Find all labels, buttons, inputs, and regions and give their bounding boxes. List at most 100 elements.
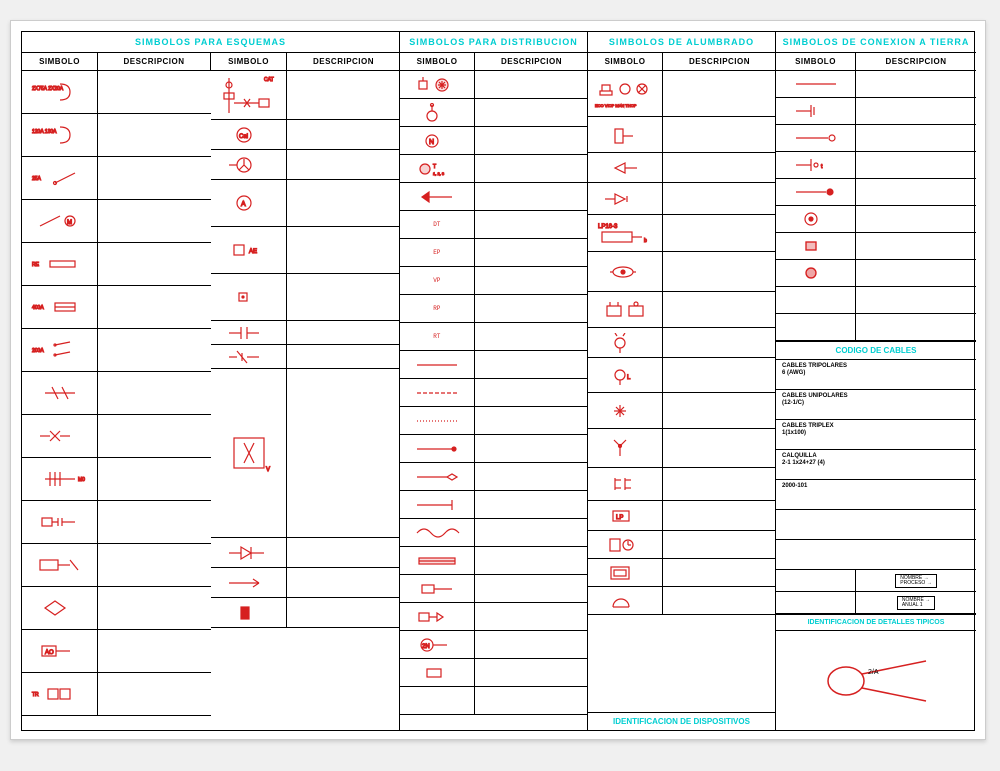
- alumbrado-rows: ECO VIOP MAN THOP LP16-3b L LP: [588, 71, 775, 712]
- svg-text:N: N: [429, 139, 434, 146]
- svg-text:ECO VIOP MAN THOP: ECO VIOP MAN THOP: [595, 103, 637, 108]
- antenna-icon: [588, 429, 662, 467]
- table-row: LP: [588, 501, 775, 531]
- svg-text:1, 2, 3: 1, 2, 3: [433, 171, 445, 176]
- symbol-cell: ECO VIOP MAN THOP: [588, 71, 663, 116]
- table-row: [588, 153, 775, 183]
- table-row: [400, 547, 587, 575]
- symbol-cell: [400, 463, 475, 490]
- description-cell: [663, 215, 775, 251]
- symbol-cell: [211, 345, 287, 368]
- symbol-cell: [400, 379, 475, 406]
- y-circle-icon: [211, 150, 286, 179]
- description-cell: [856, 314, 976, 340]
- symbol-cell: [22, 415, 98, 457]
- description-cell: [856, 179, 976, 205]
- symbol-cell: 120A 130A: [22, 114, 98, 156]
- svg-text:LP: LP: [616, 515, 623, 521]
- table-row: [776, 98, 976, 125]
- symbol-cell: [588, 328, 663, 357]
- codigo-rows: CABLES TRIPOLARES 6 (AWG)CABLES UNIPOLAR…: [776, 360, 976, 570]
- distrib-rows: NT1, 2, 3DTEPVPRPRT2N: [400, 71, 587, 730]
- wave-icon: [400, 519, 474, 546]
- hdr-desc: DESCRIPCION: [663, 53, 776, 70]
- symbol-cell: [776, 98, 856, 124]
- description-cell: [287, 71, 400, 119]
- table-row: [211, 345, 400, 369]
- description-cell: [98, 329, 211, 371]
- symbol-cell: 400A: [22, 286, 98, 328]
- description-cell: [856, 98, 976, 124]
- description-cell: [475, 519, 587, 546]
- description-cell: [475, 659, 587, 686]
- switch-meter-icon: M: [22, 200, 97, 242]
- table-row: RE: [22, 243, 211, 286]
- description-cell: [663, 153, 775, 182]
- wall-light-icon: [588, 117, 662, 152]
- rect-small-icon: [400, 659, 474, 686]
- svg-text:t: t: [821, 164, 823, 170]
- symbol-cell: [776, 179, 856, 205]
- breaker-curve-icon: 2X75A 2X20A: [22, 71, 97, 113]
- circle-a-icon: A: [211, 180, 286, 226]
- meter-box-icon: AO: [22, 630, 97, 672]
- description-cell: [98, 587, 211, 629]
- hdr-simbolo: SIMBOLO: [400, 53, 475, 70]
- description-cell: [98, 673, 211, 715]
- relay-icon: [22, 544, 97, 586]
- symbol-cell: Cal: [211, 120, 287, 149]
- symbol-cell: TR: [22, 673, 98, 715]
- table-row: [400, 659, 587, 687]
- tv-box-icon: [588, 292, 662, 327]
- description-cell: [663, 531, 775, 558]
- table-row: t: [776, 152, 976, 179]
- legend-rows: NOMBRE → PROCESO → NOMBRE → ANUAL 1: [776, 570, 976, 614]
- detalles-title: IDENTIFICACION DE DETALLES TIPICOS: [776, 614, 976, 631]
- symbol-cell: [776, 260, 856, 286]
- table-row: [588, 559, 775, 587]
- table-row: [211, 598, 400, 628]
- description-cell: [663, 501, 775, 530]
- ellipse-callout-icon: 2/A: [816, 656, 936, 706]
- text-icon: EP: [400, 239, 474, 266]
- legend-row: NOMBRE → ANUAL 1: [776, 592, 976, 614]
- symbol-cell: [588, 183, 663, 214]
- description-cell: [98, 157, 211, 199]
- table-row: [776, 125, 976, 152]
- codigo-text: [776, 510, 976, 539]
- switch-icon: 25A: [22, 157, 97, 199]
- symbol-cell: M: [22, 200, 98, 242]
- symbol-cell: [588, 153, 663, 182]
- svg-text:25A: 25A: [32, 176, 42, 182]
- symbol-cell: [400, 491, 475, 518]
- codigo-text: CALQUILLA 2-1 1x24+27 (4): [776, 450, 976, 479]
- panel-icon: LP16-3b: [588, 215, 662, 251]
- legend-box: NOMBRE → PROCESO →: [895, 574, 936, 588]
- line-diamond-icon: [400, 463, 474, 490]
- description-cell: [663, 587, 775, 614]
- symbol-cell: 25A: [22, 157, 98, 199]
- description-cell: [287, 150, 400, 179]
- description-cell: [475, 127, 587, 154]
- eye-icon: [588, 252, 662, 291]
- x-contact-icon: [22, 415, 97, 457]
- line-plain-icon: [400, 351, 474, 378]
- description-cell: [663, 183, 775, 214]
- control-diagram-icon: CAT: [211, 71, 286, 119]
- bulb-l-icon: L: [588, 358, 662, 392]
- symbol-cell: [588, 559, 663, 586]
- description-cell: [98, 286, 211, 328]
- symbol-cell: [776, 314, 856, 340]
- table-row: [400, 351, 587, 379]
- symbol-cell: [22, 544, 98, 586]
- bar-box-icon: [400, 547, 474, 574]
- table-row: [22, 544, 211, 587]
- description-cell: [475, 407, 587, 434]
- description-cell: [98, 630, 211, 672]
- line-dashed-icon: [400, 379, 474, 406]
- box-line-icon: [400, 575, 474, 602]
- svg-text:L: L: [627, 375, 631, 381]
- svg-text:CAT: CAT: [264, 77, 274, 83]
- symbol-cell: [400, 575, 475, 602]
- circle-small-icon: [400, 99, 474, 126]
